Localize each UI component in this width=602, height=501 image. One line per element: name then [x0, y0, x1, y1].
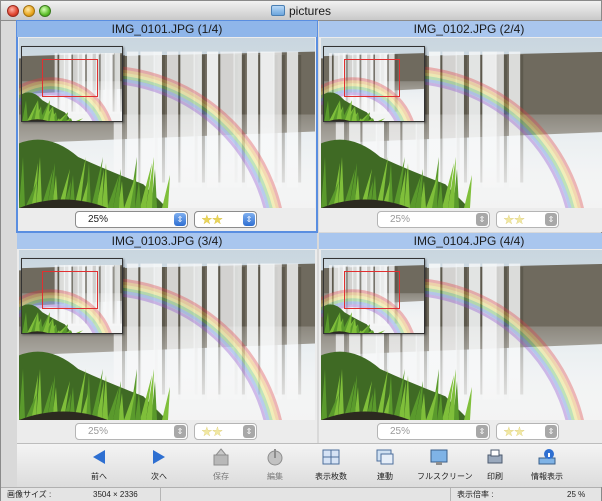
chevron-updown-icon: ⇕: [545, 425, 557, 438]
image-cell[interactable]: IMG_0101.JPG (1/4) 25% ⇕ ★★ ⇕: [16, 20, 318, 233]
folder-icon: [270, 5, 285, 16]
window-title: pictures: [1, 4, 601, 18]
status-bar: 画像サイズ : 3504 × 2336 表示倍率 : 25 %: [1, 487, 601, 501]
zoom-select[interactable]: 25% ⇕: [377, 423, 490, 440]
rating-select[interactable]: ★★ ⇕: [194, 211, 257, 228]
info-button[interactable]: 情報表示: [525, 447, 569, 487]
viewport-rect[interactable]: [344, 271, 400, 309]
navigator-thumbnail[interactable]: [323, 46, 425, 122]
star-rating-icon: ★★: [201, 212, 223, 227]
navigator-thumbnail[interactable]: [21, 46, 123, 122]
navigator-thumbnail[interactable]: [323, 258, 425, 334]
image-cell[interactable]: IMG_0104.JPG (4/4) 25% ⇕ ★★ ⇕: [319, 233, 602, 444]
rating-select[interactable]: ★★ ⇕: [194, 423, 257, 440]
viewport-rect[interactable]: [42, 271, 98, 309]
chevron-updown-icon: ⇕: [243, 425, 255, 438]
zoom-select[interactable]: 25% ⇕: [75, 423, 188, 440]
chevron-updown-icon: ⇕: [243, 213, 255, 226]
save-icon: [213, 448, 229, 466]
left-arrow-icon: [93, 450, 105, 464]
rating-select[interactable]: ★★ ⇕: [496, 423, 559, 440]
zoom-select[interactable]: 25% ⇕: [377, 211, 490, 228]
print-icon: [487, 449, 503, 464]
image-preview[interactable]: [321, 38, 602, 208]
display-count-button[interactable]: 表示枚数: [309, 447, 353, 487]
image-title: IMG_0103.JPG (3/4): [17, 233, 317, 249]
image-cell[interactable]: IMG_0103.JPG (3/4) 25% ⇕ ★★ ⇕: [17, 233, 317, 444]
image-title: IMG_0104.JPG (4/4): [319, 233, 602, 249]
image-preview[interactable]: [19, 38, 315, 208]
info-icon: [538, 449, 556, 465]
chevron-updown-icon: ⇕: [476, 213, 488, 226]
chevron-updown-icon: ⇕: [476, 425, 488, 438]
viewport-rect[interactable]: [42, 59, 98, 97]
prev-button[interactable]: 前へ: [77, 447, 121, 487]
image-grid: IMG_0101.JPG (1/4) 25% ⇕ ★★ ⇕ IMG_0102.JPG (2…: [16, 20, 602, 444]
print-button[interactable]: 印刷: [473, 447, 517, 487]
chevron-updown-icon: ⇕: [545, 213, 557, 226]
edit-button[interactable]: 編集: [253, 447, 297, 487]
grid-icon: [322, 449, 340, 465]
image-title: IMG_0101.JPG (1/4): [17, 21, 317, 37]
zoom-status: 表示倍率 : 25 %: [457, 490, 586, 499]
image-size-status: 画像サイズ : 3504 × 2336: [1, 488, 161, 501]
navigator-thumbnail[interactable]: [21, 258, 123, 334]
slideshow-button[interactable]: 連動: [363, 447, 407, 487]
link-icon: [376, 449, 394, 465]
image-preview[interactable]: [19, 250, 315, 420]
viewport-rect[interactable]: [344, 59, 400, 97]
image-cell[interactable]: IMG_0102.JPG (2/4) 25% ⇕ ★★ ⇕: [319, 21, 602, 232]
toolbar: 前へ 次へ 保存 編集 表示枚数 連動 フルスクリーン 印刷 情報表示: [17, 443, 602, 487]
edit-icon: [267, 449, 283, 466]
save-button[interactable]: 保存: [199, 447, 243, 487]
star-rating-icon: ★★: [503, 212, 525, 227]
chevron-updown-icon: ⇕: [174, 213, 186, 226]
fullscreen-button[interactable]: フルスクリーン: [417, 447, 473, 487]
next-button[interactable]: 次へ: [137, 447, 181, 487]
star-rating-icon: ★★: [503, 424, 525, 439]
zoom-select[interactable]: 25% ⇕: [75, 211, 188, 228]
title-bar[interactable]: pictures: [1, 1, 601, 21]
star-rating-icon: ★★: [201, 424, 223, 439]
image-title: IMG_0102.JPG (2/4): [319, 21, 602, 37]
fullscreen-icon: [430, 449, 448, 465]
rating-select[interactable]: ★★ ⇕: [496, 211, 559, 228]
image-preview[interactable]: [321, 250, 602, 420]
app-window: pictures IMG_0101.JPG (1/4) 25% ⇕ ★★ ⇕ IMG_01…: [0, 0, 602, 501]
right-arrow-icon: [153, 450, 165, 464]
chevron-updown-icon: ⇕: [174, 425, 186, 438]
